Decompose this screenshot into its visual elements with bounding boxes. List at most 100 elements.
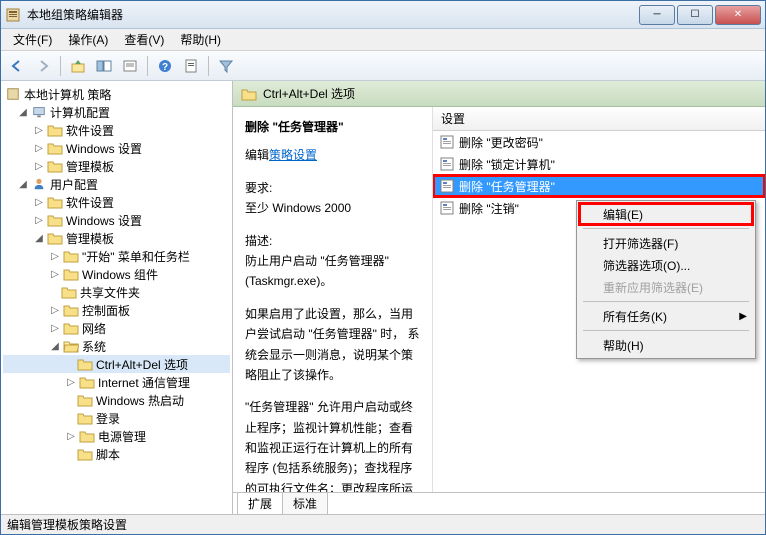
tree-computer-config[interactable]: ◢ 计算机配置 <box>3 103 230 121</box>
tree-user-config[interactable]: ◢ 用户配置 <box>3 175 230 193</box>
tree-win-boot[interactable]: Windows 热启动 <box>3 391 230 409</box>
edit-policy-link[interactable]: 策略设置 <box>269 148 317 162</box>
content-header: Ctrl+Alt+Del 选项 <box>233 81 765 107</box>
expand-icon[interactable]: ▷ <box>49 250 61 262</box>
expand-icon[interactable]: ▷ <box>33 160 45 172</box>
expand-icon[interactable]: ▷ <box>33 142 45 154</box>
window-title: 本地组策略编辑器 <box>27 6 637 23</box>
folder-icon <box>47 140 63 156</box>
collapse-icon[interactable]: ◢ <box>33 232 45 244</box>
close-button[interactable]: ✕ <box>715 5 761 25</box>
setting-item[interactable]: 删除 "更改密码" <box>433 131 765 153</box>
tree-win-components[interactable]: ▷ Windows 组件 <box>3 265 230 283</box>
maximize-button[interactable]: ☐ <box>677 5 713 25</box>
toolbar: ? <box>1 51 765 81</box>
description-text-3: "任务管理器" 允许用户启动或终止程序；监视计算机性能；查看和监视正运行在计算机… <box>245 397 420 492</box>
tree-comp-software[interactable]: ▷ 软件设置 <box>3 121 230 139</box>
description-pane: 删除 "任务管理器" 编辑策略设置 要求: 至少 Windows 2000 描述… <box>233 107 433 492</box>
tree-user-windows[interactable]: ▷ Windows 设置 <box>3 211 230 229</box>
requirement-value: 至少 Windows 2000 <box>245 198 420 218</box>
collapse-icon[interactable]: ◢ <box>49 340 61 352</box>
expand-icon[interactable]: ▷ <box>33 124 45 136</box>
help-button[interactable]: ? <box>153 54 177 78</box>
setting-item[interactable]: 删除 "锁定计算机" <box>433 153 765 175</box>
show-hide-tree-button[interactable] <box>92 54 116 78</box>
tree-label: Ctrl+Alt+Del 选项 <box>96 356 188 373</box>
menu-action[interactable]: 操作(A) <box>60 29 116 50</box>
app-icon <box>5 7 21 23</box>
expand-icon[interactable]: ▷ <box>65 430 77 442</box>
tree-script[interactable]: 脚本 <box>3 445 230 463</box>
description-text-2: 如果启用了此设置，那么，当用户尝试启动 "任务管理器" 时， 系统会显示一则消息… <box>245 304 420 386</box>
folder-icon <box>77 356 93 372</box>
policy-icon <box>5 86 21 102</box>
collapse-icon[interactable]: ◢ <box>17 178 29 190</box>
menu-file[interactable]: 文件(F) <box>5 29 60 50</box>
folder-icon <box>61 284 77 300</box>
ctx-all-tasks[interactable]: 所有任务(K)▶ <box>579 305 753 327</box>
tab-extended[interactable]: 扩展 <box>237 493 283 514</box>
folder-icon <box>47 194 63 210</box>
tree-label: 登录 <box>96 410 120 427</box>
policy-item-icon <box>439 156 455 172</box>
ctx-filter-on[interactable]: 打开筛选器(F) <box>579 232 753 254</box>
folder-icon <box>63 302 79 318</box>
policy-item-icon <box>439 200 455 216</box>
minimize-button[interactable]: ─ <box>639 5 675 25</box>
ctx-filter-options[interactable]: 筛选器选项(O)... <box>579 254 753 276</box>
tree-comp-windows[interactable]: ▷ Windows 设置 <box>3 139 230 157</box>
ctx-edit[interactable]: 编辑(E) <box>579 203 753 225</box>
tree-user-templates[interactable]: ◢ 管理模板 <box>3 229 230 247</box>
tree-ctrl-alt-del[interactable]: Ctrl+Alt+Del 选项 <box>3 355 230 373</box>
folder-icon <box>63 320 79 336</box>
properties-button[interactable] <box>179 54 203 78</box>
tree-user-software[interactable]: ▷ 软件设置 <box>3 193 230 211</box>
tree-control-panel[interactable]: ▷ 控制面板 <box>3 301 230 319</box>
expand-icon[interactable]: ▷ <box>33 214 45 226</box>
folder-icon <box>79 428 95 444</box>
folder-icon <box>47 230 63 246</box>
expand-icon[interactable]: ▷ <box>49 268 61 280</box>
tree-label: Windows 热启动 <box>96 392 184 409</box>
statusbar: 编辑管理模板策略设置 <box>1 514 765 534</box>
tab-standard[interactable]: 标准 <box>282 493 328 514</box>
up-level-button[interactable] <box>66 54 90 78</box>
folder-open-icon <box>63 338 79 354</box>
folder-icon <box>47 122 63 138</box>
tree-label: 用户配置 <box>50 176 98 193</box>
expand-icon[interactable]: ▷ <box>49 322 61 334</box>
context-menu: 编辑(E) 打开筛选器(F) 筛选器选项(O)... 重新应用筛选器(E) 所有… <box>576 200 756 359</box>
menu-view[interactable]: 查看(V) <box>116 29 172 50</box>
tree-power-mgmt[interactable]: ▷ 电源管理 <box>3 427 230 445</box>
description-label: 描述: <box>245 231 420 251</box>
settings-column-header[interactable]: 设置 <box>433 107 765 131</box>
ctx-help[interactable]: 帮助(H) <box>579 334 753 356</box>
tree-system[interactable]: ◢ 系统 <box>3 337 230 355</box>
back-button[interactable] <box>5 54 29 78</box>
collapse-icon[interactable]: ◢ <box>17 106 29 118</box>
expand-icon[interactable]: ▷ <box>65 376 77 388</box>
tree-login[interactable]: 登录 <box>3 409 230 427</box>
tree-internet-mgmt[interactable]: ▷ Internet 通信管理 <box>3 373 230 391</box>
setting-label: 删除 "更改密码" <box>459 134 543 151</box>
ctx-filter-reapply: 重新应用筛选器(E) <box>579 276 753 298</box>
filter-button[interactable] <box>214 54 238 78</box>
submenu-arrow-icon: ▶ <box>739 311 747 322</box>
tabs: 扩展 标准 <box>233 492 765 514</box>
expand-icon[interactable]: ▷ <box>49 304 61 316</box>
export-list-button[interactable] <box>118 54 142 78</box>
tree-root[interactable]: 本地计算机 策略 <box>3 85 230 103</box>
forward-button[interactable] <box>31 54 55 78</box>
tree-label: 脚本 <box>96 446 120 463</box>
tree-pane[interactable]: 本地计算机 策略 ◢ 计算机配置 ▷ 软件设置 ▷ Windows 设置 <box>1 81 233 514</box>
menu-help[interactable]: 帮助(H) <box>172 29 229 50</box>
expand-icon[interactable]: ▷ <box>33 196 45 208</box>
tree-shared-folders[interactable]: 共享文件夹 <box>3 283 230 301</box>
tree-network[interactable]: ▷ 网络 <box>3 319 230 337</box>
setting-item-selected[interactable]: 删除 "任务管理器" <box>433 175 765 197</box>
folder-icon <box>47 158 63 174</box>
tree-label: 本地计算机 策略 <box>24 86 111 103</box>
tree-start-menu[interactable]: ▷ "开始" 菜单和任务栏 <box>3 247 230 265</box>
folder-icon <box>77 392 93 408</box>
tree-comp-templates[interactable]: ▷ 管理模板 <box>3 157 230 175</box>
